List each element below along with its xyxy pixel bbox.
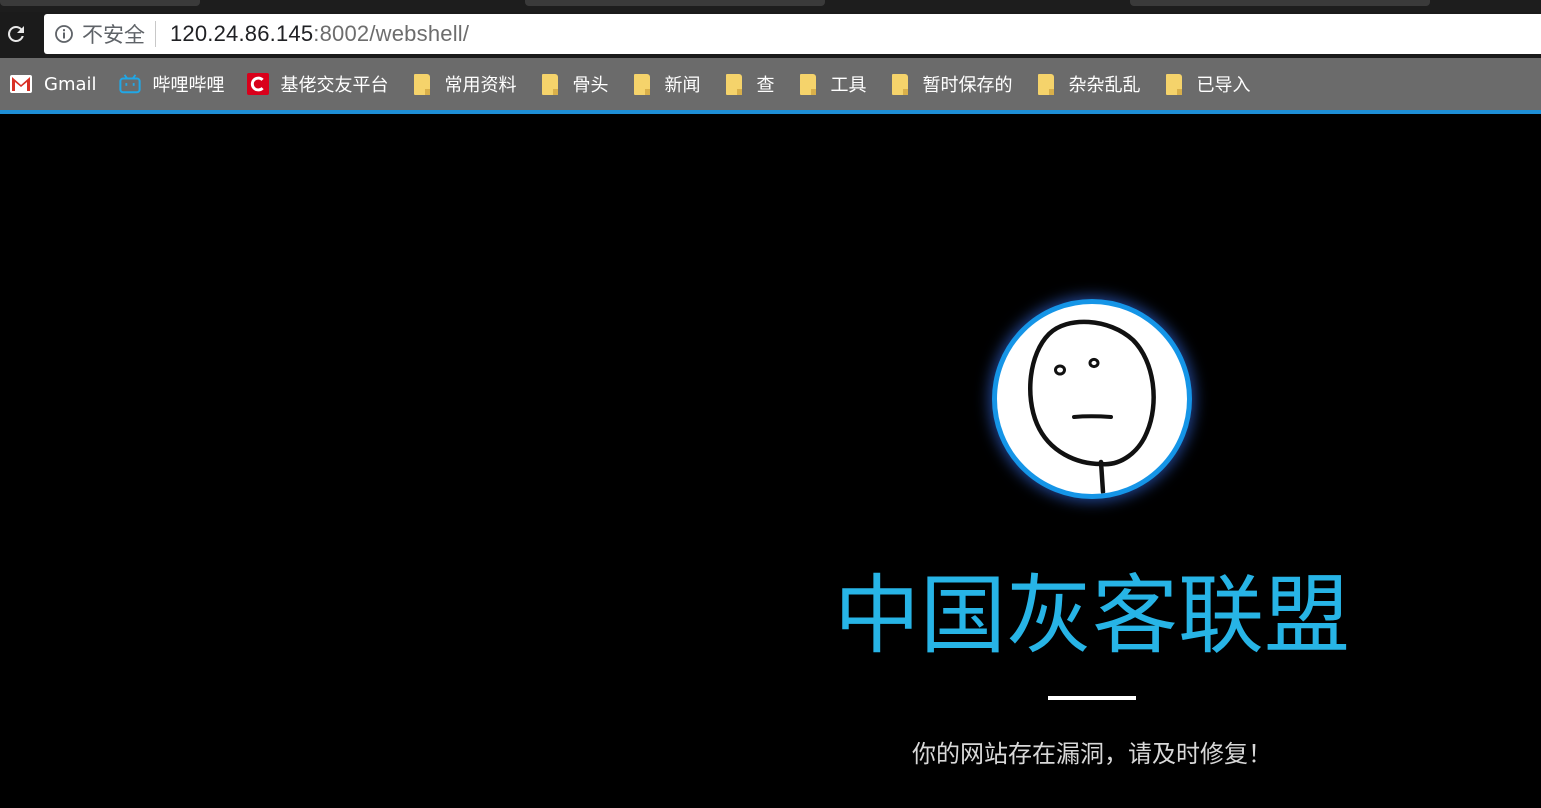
folder-icon <box>411 73 433 95</box>
bookmark-folder[interactable]: 查 <box>723 64 787 104</box>
bookmark-label: 新闻 <box>664 75 701 96</box>
bookmark-folder[interactable]: 骨头 <box>539 64 621 104</box>
bookmark-label: 骨头 <box>572 75 609 96</box>
address-bar[interactable]: 不安全 120.24.86.145:8002/webshell/ <box>44 14 1541 54</box>
title-divider <box>1048 696 1136 700</box>
security-label[interactable]: 不安全 <box>82 19 145 49</box>
url-host: 120.24.86.145 <box>170 21 314 46</box>
reload-button[interactable] <box>2 20 30 48</box>
folder-icon <box>723 73 745 95</box>
folder-icon <box>1163 73 1185 95</box>
gmail-icon <box>10 73 32 95</box>
folder-icon <box>631 73 653 95</box>
folder-icon <box>889 73 911 95</box>
bookmark-label: Gmail <box>44 73 97 95</box>
url-path: :8002/webshell/ <box>313 21 470 46</box>
bookmark-folder[interactable]: 已导入 <box>1163 64 1263 104</box>
bookmark-folder[interactable]: 暂时保存的 <box>889 64 1025 104</box>
folder-icon <box>539 73 561 95</box>
bookmark-gmail[interactable]: Gmail <box>10 64 109 104</box>
csdn-icon <box>246 73 269 95</box>
bookmark-label: 杂杂乱乱 <box>1068 75 1141 96</box>
url-text[interactable]: 120.24.86.145:8002/webshell/ <box>170 21 469 47</box>
bookmark-label: 基佬交友平台 <box>280 75 389 96</box>
bookmark-label: 哔哩哔哩 <box>152 75 225 96</box>
meme-face-icon <box>1028 319 1156 494</box>
bookmark-bilibili[interactable]: 哔哩哔哩 <box>118 64 237 104</box>
bookmark-label: 工具 <box>830 75 867 96</box>
tab[interactable] <box>525 0 825 6</box>
bookmark-label: 已导入 <box>1196 75 1251 96</box>
bookmark-label: 查 <box>756 75 775 96</box>
page-title: 中国灰客联盟 <box>834 566 1350 666</box>
folder-icon <box>797 73 819 95</box>
bookmark-folder[interactable]: 工具 <box>797 64 879 104</box>
avatar <box>992 299 1192 499</box>
bookmark-folder[interactable]: 新闻 <box>631 64 713 104</box>
tab-strip <box>0 0 1541 12</box>
bookmark-label: 常用资料 <box>444 75 517 96</box>
warning-message: 你的网站存在漏洞，请及时修复！ <box>912 740 1272 768</box>
tab[interactable] <box>0 0 200 6</box>
tab[interactable] <box>1130 0 1430 6</box>
bookmark-folder[interactable]: 杂杂乱乱 <box>1035 64 1153 104</box>
bookmarks-bar: Gmail 哔哩哔哩 基佬交友平台 常用资料 骨头 新闻 查 工具 暂时保存的 … <box>0 58 1541 110</box>
page-content: 中国灰客联盟 你的网站存在漏洞，请及时修复！ <box>0 114 1541 808</box>
browser-toolbar: 不安全 120.24.86.145:8002/webshell/ <box>0 12 1541 58</box>
info-icon[interactable] <box>54 24 74 44</box>
address-divider <box>155 21 156 47</box>
reload-icon <box>8 25 24 42</box>
bookmark-folder[interactable]: 常用资料 <box>411 64 529 104</box>
bilibili-icon <box>118 73 141 95</box>
folder-icon <box>1035 73 1057 95</box>
bookmark-label: 暂时保存的 <box>922 75 1013 96</box>
bookmark-csdn[interactable]: 基佬交友平台 <box>246 64 401 104</box>
